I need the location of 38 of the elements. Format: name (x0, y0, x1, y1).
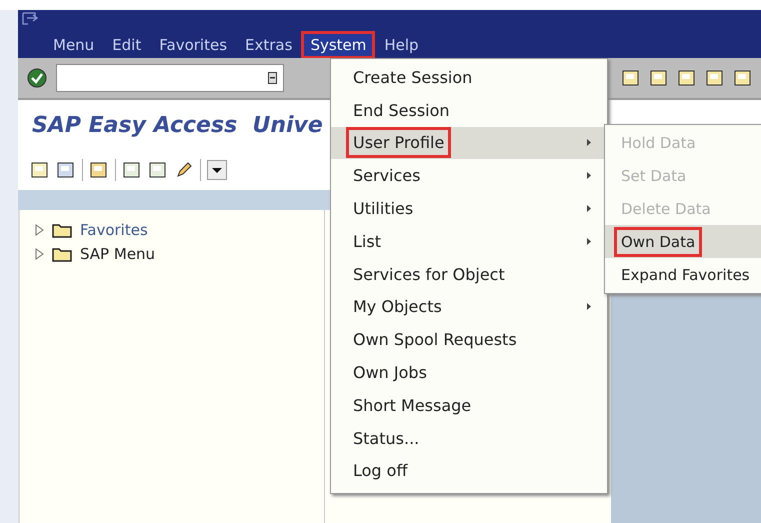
folder-icon (52, 222, 72, 238)
dropdown-option[interactable]: Services for Object (331, 258, 607, 291)
submenu-option[interactable]: Own Data (605, 225, 761, 258)
submenu-option[interactable]: Expand Favorites (605, 258, 761, 291)
dropdown-option[interactable]: Own Jobs (331, 356, 607, 389)
toolbar-icon[interactable] (677, 68, 697, 88)
menu-bar-item[interactable]: System (301, 31, 376, 59)
tree-node[interactable]: SAP Menu (80, 245, 156, 263)
expand-triangle-icon[interactable] (34, 248, 44, 260)
dropdown-option[interactable]: End Session (331, 94, 607, 127)
expand-triangle-icon[interactable] (34, 224, 44, 236)
folder-icon (52, 246, 72, 262)
dropdown-option[interactable]: Services (331, 159, 607, 192)
dropdown-option[interactable]: My Objects (331, 290, 607, 324)
command-field[interactable] (56, 64, 284, 92)
dropdown-option[interactable]: Utilities (331, 192, 607, 225)
menu-bar-item[interactable]: Help (375, 31, 428, 59)
window-icon (22, 12, 38, 26)
dropdown-option[interactable]: Own Spool Requests (331, 323, 607, 356)
menu-bar-item[interactable]: Edit (103, 31, 150, 59)
toolbar-icon[interactable] (621, 68, 641, 88)
dropdown-option[interactable]: User Profile (331, 126, 607, 160)
toolbar-icon[interactable] (733, 68, 753, 88)
dropdown-icon[interactable] (207, 160, 227, 180)
menu-bar-item[interactable]: Favorites (150, 31, 236, 59)
dropdown-option[interactable]: List (331, 224, 607, 258)
tree-node[interactable]: Favorites (80, 221, 148, 239)
toolbar-icon[interactable] (705, 68, 725, 88)
dropdown-option[interactable]: Log off (331, 454, 607, 488)
dropdown-option[interactable]: Create Session (331, 61, 607, 94)
screen-title: SAP Easy Access Unive (32, 112, 323, 138)
menu-bar-item[interactable]: Menu (44, 31, 104, 59)
toolbar-icon[interactable] (649, 68, 669, 88)
enter-check-icon[interactable] (26, 67, 48, 89)
menu-bar-item[interactable]: Extras (236, 31, 302, 59)
pencil-icon[interactable] (174, 160, 194, 180)
dropdown-option[interactable]: Short Message (331, 388, 607, 422)
dropdown-option[interactable]: Status... (331, 422, 607, 455)
